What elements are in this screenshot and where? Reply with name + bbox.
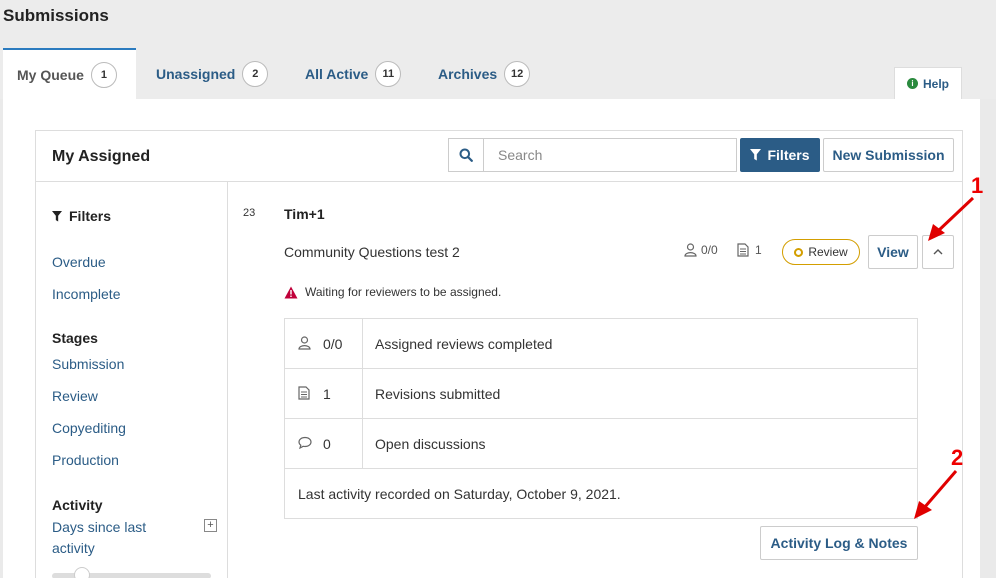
filter-icon xyxy=(52,210,62,221)
detail-count: 0 xyxy=(323,436,331,452)
filter-overdue[interactable]: Overdue xyxy=(52,254,106,270)
stages-heading: Stages xyxy=(52,330,98,346)
detail-label: Open discussions xyxy=(375,436,486,452)
callout-arrow-icon xyxy=(914,470,958,519)
tab-my-queue[interactable]: My Queue 1 xyxy=(3,48,136,99)
document-icon xyxy=(298,386,310,400)
user-icon xyxy=(298,336,311,350)
tab-archives[interactable]: Archives 12 xyxy=(424,48,544,99)
tab-count-badge: 1 xyxy=(90,61,117,88)
help-button[interactable]: i Help xyxy=(894,67,962,99)
filters-button[interactable]: Filters xyxy=(740,138,820,172)
filter-incomplete[interactable]: Incomplete xyxy=(52,286,120,302)
column-divider xyxy=(362,319,363,368)
activity-heading: Activity xyxy=(52,497,103,513)
slider-handle[interactable] xyxy=(74,567,90,578)
info-icon: i xyxy=(906,78,918,89)
tab-count-badge: 2 xyxy=(242,60,269,87)
search-box xyxy=(448,138,737,172)
detail-count: 0/0 xyxy=(323,336,343,352)
callout-arrow-icon xyxy=(928,196,975,241)
detail-row: 0 Open discussions xyxy=(285,419,917,469)
tab-label: My Queue xyxy=(17,66,84,83)
review-count: 0/0 xyxy=(684,243,718,257)
tab-all-active[interactable]: All Active 11 xyxy=(291,48,415,99)
document-icon xyxy=(737,243,749,257)
submission-details: 0/0 Assigned reviews completed 1 Revisio… xyxy=(284,318,918,519)
submission-title: Community Questions test 2 xyxy=(284,244,460,260)
panel-title: My Assigned xyxy=(52,148,151,165)
tab-count-badge: 12 xyxy=(504,60,531,87)
tab-label: All Active xyxy=(305,65,369,82)
last-activity-text: Last activity recorded on Saturday, Octo… xyxy=(298,486,621,502)
column-divider xyxy=(362,369,363,418)
comment-icon xyxy=(298,436,312,449)
sidebar-filters-title: Filters xyxy=(52,208,111,224)
activity-log-button[interactable]: Activity Log & Notes xyxy=(760,526,918,560)
stage-label: Review xyxy=(808,245,848,259)
file-count: 1 xyxy=(737,243,762,257)
warning-text: Waiting for reviewers to be assigned. xyxy=(305,285,502,299)
filter-stage-production[interactable]: Production xyxy=(52,452,119,468)
stage-dot-icon xyxy=(794,247,804,257)
warning-notice: Waiting for reviewers to be assigned. xyxy=(284,285,501,299)
expand-icon[interactable]: + xyxy=(204,519,217,532)
chevron-up-icon xyxy=(933,249,943,255)
submission-id: 23 xyxy=(243,207,256,219)
activity-slider[interactable] xyxy=(52,567,211,578)
filter-stage-copyediting[interactable]: Copyediting xyxy=(52,420,126,436)
filters-label: Filters xyxy=(767,147,810,163)
sidebar-filters-label: Filters xyxy=(69,208,112,224)
column-divider xyxy=(362,419,363,468)
help-label: Help xyxy=(922,76,949,91)
submission-author: Tim+1 xyxy=(284,206,325,222)
view-button[interactable]: View xyxy=(868,235,918,269)
review-count-value: 0/0 xyxy=(701,243,718,257)
detail-label: Assigned reviews completed xyxy=(375,336,553,352)
user-icon xyxy=(684,243,697,257)
new-submission-button[interactable]: New Submission xyxy=(823,138,954,172)
filter-icon xyxy=(750,149,762,161)
search-icon[interactable] xyxy=(449,139,484,171)
detail-count: 1 xyxy=(323,386,331,402)
search-input[interactable] xyxy=(484,139,736,171)
filter-stage-submission[interactable]: Submission xyxy=(52,356,124,372)
tab-label: Unassigned xyxy=(156,65,236,82)
tab-count-badge: 11 xyxy=(375,60,402,87)
filters-sidebar: Filters Overdue Incomplete Stages Submis… xyxy=(36,182,228,578)
tab-unassigned[interactable]: Unassigned 2 xyxy=(142,48,282,99)
file-count-value: 1 xyxy=(755,243,762,257)
warning-icon xyxy=(284,286,298,298)
page-title: Submissions xyxy=(3,6,109,25)
filter-days-since-activity[interactable]: Days since last activity xyxy=(52,517,167,559)
stage-badge: Review xyxy=(782,239,860,265)
tab-label: Archives xyxy=(438,65,498,82)
detail-label: Revisions submitted xyxy=(375,386,501,402)
detail-row: 0/0 Assigned reviews completed xyxy=(285,319,917,369)
filter-stage-review[interactable]: Review xyxy=(52,388,98,404)
detail-row: 1 Revisions submitted xyxy=(285,369,917,419)
panel-header: My Assigned Filters New Submission xyxy=(36,131,962,182)
